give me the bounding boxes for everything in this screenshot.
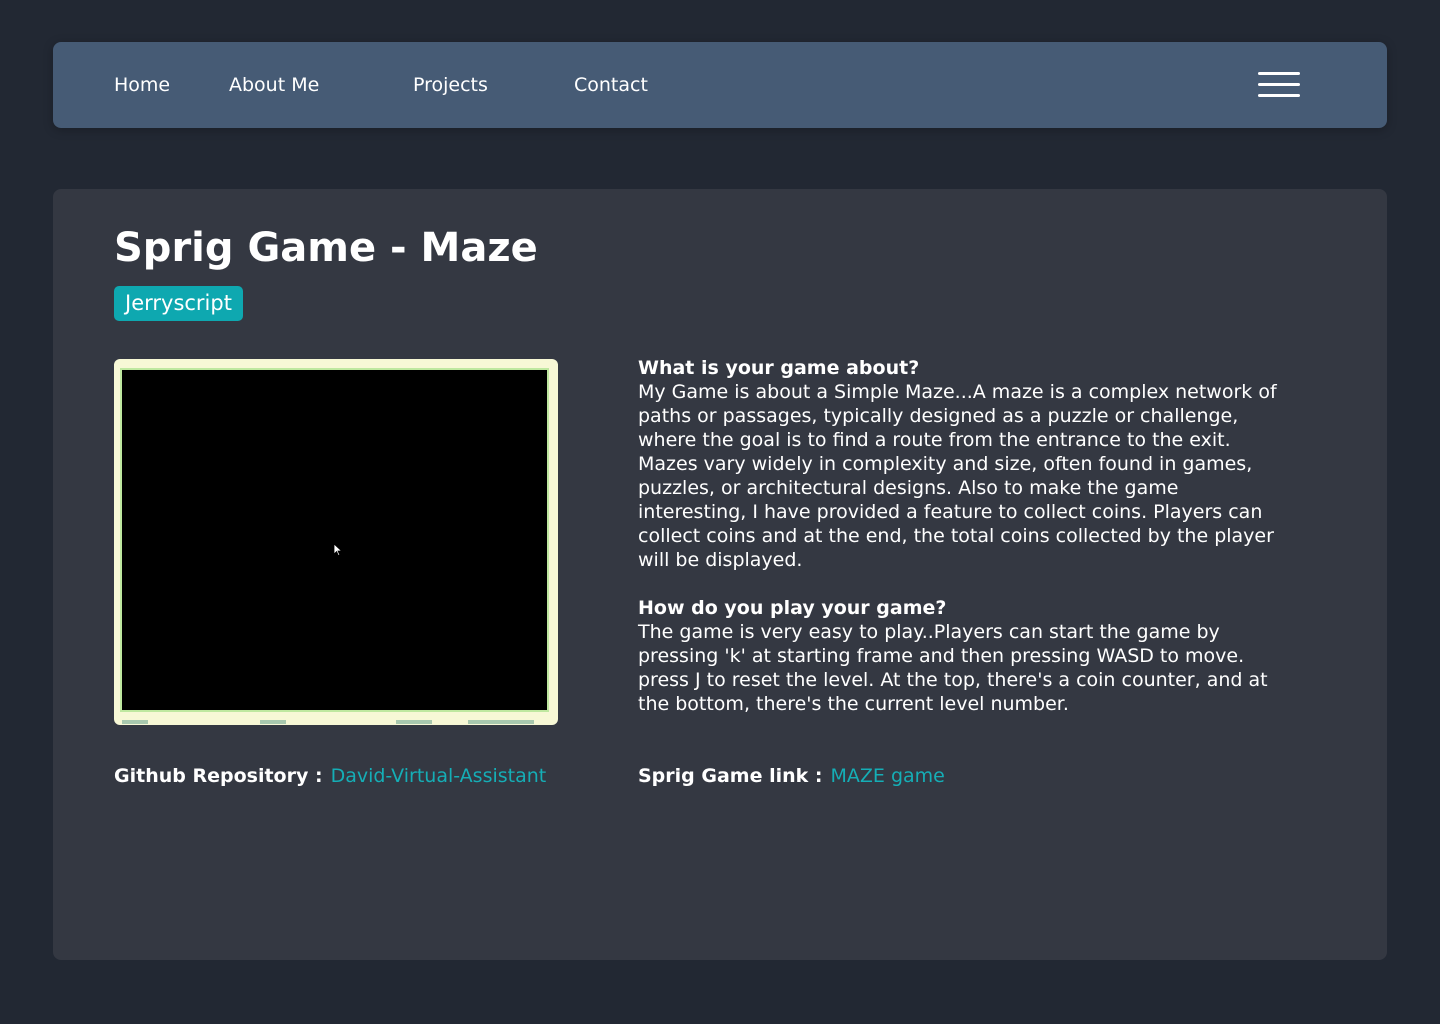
menu-bar [1258, 72, 1300, 75]
game-screen[interactable] [120, 368, 549, 712]
navbar: Home About Me Projects Contact [53, 42, 1387, 128]
sprig-game-link-label: Sprig Game link : [638, 765, 823, 787]
nav-link-contact[interactable]: Contact [574, 72, 648, 98]
preview-footer [114, 718, 558, 725]
github-repository-link[interactable]: David-Virtual-Assistant [331, 765, 547, 787]
description-section: How do you play your game? The game is v… [638, 596, 1278, 716]
github-repository-row: Github Repository : David-Virtual-Assista… [114, 763, 546, 789]
page-title: Sprig Game - Maze [114, 225, 538, 271]
nav-link-projects[interactable]: Projects [413, 72, 488, 98]
section-question: What is your game about? [638, 357, 920, 379]
hamburger-menu-icon[interactable] [1256, 70, 1302, 102]
section-answer: The game is very easy to play..Players c… [638, 621, 1268, 715]
nav-link-home[interactable]: Home [114, 72, 170, 98]
description-section: What is your game about? My Game is abou… [638, 356, 1278, 572]
project-card: Sprig Game - Maze Jerryscript What is yo… [53, 189, 1387, 960]
menu-bar [1258, 94, 1300, 97]
section-answer: My Game is about a Simple Maze...A maze … [638, 381, 1277, 571]
game-description: What is your game about? My Game is abou… [638, 356, 1278, 740]
menu-bar [1258, 83, 1300, 86]
game-preview[interactable] [114, 359, 558, 725]
github-repository-label: Github Repository : [114, 765, 323, 787]
nav-link-about-me[interactable]: About Me [229, 72, 319, 98]
tech-badge: Jerryscript [114, 286, 243, 321]
section-question: How do you play your game? [638, 597, 947, 619]
sprig-game-link[interactable]: MAZE game [831, 765, 945, 787]
sprig-game-link-row: Sprig Game link : MAZE game [638, 763, 945, 789]
mouse-cursor-icon [333, 543, 343, 557]
